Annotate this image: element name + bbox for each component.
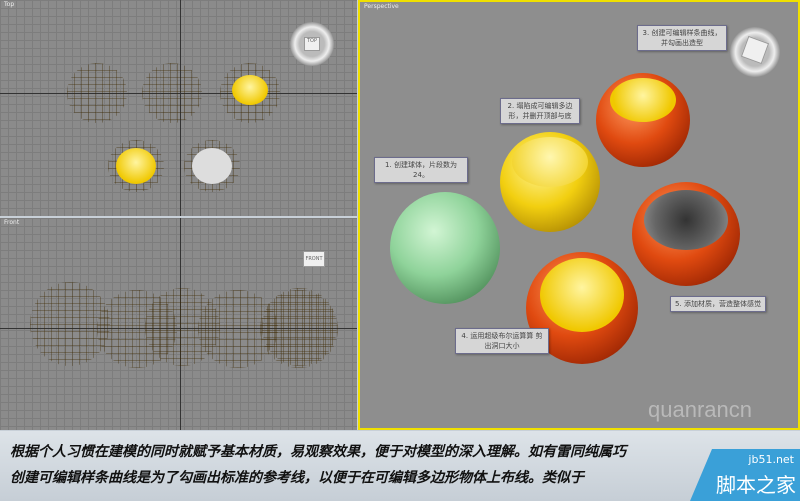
callout-step-5: 5. 添加材质，营造整体感觉 bbox=[670, 296, 766, 312]
callout-step-3: 3. 创建可编辑样条曲线， 并勾画出造型 bbox=[637, 25, 727, 51]
sphere-yellow[interactable] bbox=[500, 132, 600, 232]
viewport-label[interactable]: Top bbox=[4, 1, 14, 8]
viewcube-face[interactable]: TOP bbox=[304, 37, 320, 51]
site-logo[interactable]: jb51.net 脚本之家 bbox=[690, 449, 800, 501]
caption-line-2: 创建可编辑样条曲线是为了勾画出标准的参考线，以便于在可编辑多边形物体上布线。类似… bbox=[10, 470, 584, 486]
logo-name: 脚本之家 bbox=[716, 473, 796, 497]
sphere-red[interactable] bbox=[97, 290, 177, 368]
callout-text: 形，并删开顶部与底 bbox=[508, 112, 572, 120]
caption-line-1: 根据个人习惯在建模的同时就赋予基本材质，易观察效果，便于对模型的深入理解。如有雷… bbox=[10, 444, 626, 460]
callout-step-1: 1. 创建球体，片段数为24。 bbox=[374, 157, 468, 183]
callout-text: 3. 创建可编辑样条曲线， bbox=[642, 29, 722, 37]
sphere-red[interactable] bbox=[220, 63, 280, 123]
viewcube-face[interactable]: FRONT bbox=[303, 251, 325, 267]
callout-text: 2. 塌陷成可编辑多边 bbox=[507, 102, 573, 110]
sphere-red-cut[interactable] bbox=[108, 140, 164, 192]
sphere-green[interactable] bbox=[390, 192, 500, 304]
viewport-label[interactable]: Perspective bbox=[364, 3, 399, 10]
callout-step-2: 2. 塌陷成可编辑多边 形，并删开顶部与底 bbox=[500, 98, 580, 124]
sphere-red-final[interactable] bbox=[184, 140, 240, 192]
viewport-label[interactable]: Front bbox=[4, 219, 19, 226]
viewcube[interactable] bbox=[730, 27, 780, 77]
watermark: quanrancn bbox=[648, 397, 752, 422]
callout-text: 1. 创建球体，片段数为24。 bbox=[385, 161, 457, 179]
sphere-red[interactable] bbox=[596, 73, 690, 167]
sphere-green[interactable] bbox=[67, 63, 127, 123]
callout-text: 并勾画出造型 bbox=[661, 39, 703, 47]
viewcube[interactable]: TOP bbox=[290, 22, 334, 66]
sphere-red-final[interactable] bbox=[632, 182, 740, 286]
callout-text: 出洞口大小 bbox=[484, 342, 520, 350]
viewport-front[interactable]: Front FRONT bbox=[0, 218, 357, 430]
callout-text: 5. 添加材质，营造整体感觉 bbox=[675, 300, 761, 308]
viewport-perspective[interactable]: Perspective 1. 创建球体，片段数为24。 2. 塌陷成可编辑多边形… bbox=[358, 0, 800, 430]
caption-panel: 根据个人习惯在建模的同时就赋予基本材质，易观察效果，便于对模型的深入理解。如有雷… bbox=[0, 431, 800, 501]
logo-site: jb51.net bbox=[748, 453, 794, 466]
sphere-yellow[interactable] bbox=[142, 63, 202, 123]
callout-step-4: 4. 运用超级布尔运算算 剪出洞口大小 bbox=[455, 328, 549, 354]
viewport-top[interactable]: Top TOP bbox=[0, 0, 357, 216]
sphere-red-final[interactable] bbox=[260, 290, 338, 368]
callout-text: 4. 运用超级布尔运算算 剪 bbox=[461, 332, 543, 340]
